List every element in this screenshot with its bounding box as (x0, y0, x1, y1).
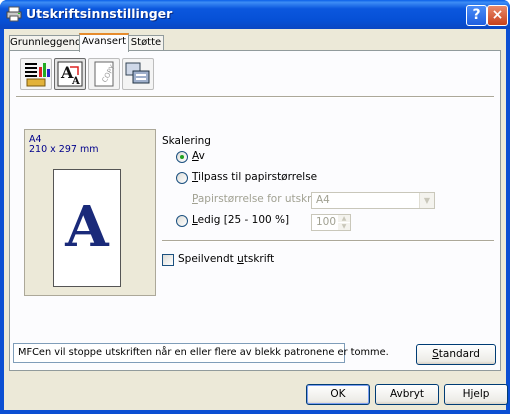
free-scale-spinner[interactable]: 100 ▲ ▼ (311, 214, 351, 231)
scaling-separator (162, 240, 494, 242)
watermark-copy-icon: COPY (94, 61, 117, 87)
spin-up-icon[interactable]: ▲ (338, 215, 350, 222)
svg-text:A: A (71, 76, 80, 87)
help-button[interactable]: Hjelp (444, 384, 508, 405)
toolbar-separator (16, 96, 494, 98)
paper-size-label: Papirstørrelse for utskrift (192, 193, 323, 205)
scaling-off-label[interactable]: Av (192, 150, 205, 162)
mirror-print-checkbox[interactable] (162, 254, 174, 266)
ok-button[interactable]: OK (306, 384, 370, 405)
scaling-free-radio[interactable] (176, 215, 188, 227)
print-settings-window: Utskriftsinnstillinger ? × Grunnleggende… (0, 0, 510, 414)
print-quality-button[interactable] (20, 58, 52, 90)
tab-avansert[interactable]: Avansert (79, 33, 129, 52)
printer-icon (6, 6, 22, 22)
scaling-fit-label[interactable]: Tilpass til papirstørrelse (192, 171, 317, 183)
preview-letter: A (65, 194, 109, 260)
scaling-off-radio[interactable] (176, 151, 188, 163)
help-title-button[interactable]: ? (466, 5, 487, 26)
question-icon: ? (472, 7, 481, 23)
scaling-icon: A A (57, 61, 83, 87)
radio-selected-dot (180, 155, 184, 159)
close-icon: × (491, 7, 504, 23)
tab-grunnleggende[interactable]: Grunnleggende (9, 35, 88, 51)
preview-page: A (53, 169, 121, 287)
scaling-group-label: Skalering (162, 135, 211, 147)
scaling-free-label[interactable]: Ledig [25 - 100 %] (192, 214, 289, 226)
status-message: MFCen vil stoppe utskriften når en eller… (13, 343, 389, 363)
free-scale-value: 100 (316, 216, 337, 228)
standard-button[interactable]: Standard (416, 344, 496, 365)
spin-down-icon[interactable]: ▼ (338, 223, 350, 230)
title-bar[interactable]: Utskriftsinnstillinger ? × (0, 0, 510, 29)
advanced-panel: A A COPY A4 210 x 297 mm A Skalering Av … (9, 50, 501, 371)
scaling-fit-radio[interactable] (176, 172, 188, 184)
print-quality-icon (25, 63, 50, 87)
window-title: Utskriftsinnstillinger (26, 6, 173, 21)
cancel-button[interactable]: Avbryt (375, 384, 439, 405)
dialog-client: Grunnleggende Avansert Støtte A A COPY A… (4, 29, 508, 410)
paper-size-value: A4 (316, 194, 330, 206)
paper-preview: A4 210 x 297 mm A (24, 129, 156, 296)
preview-paper-dimensions: 210 x 297 mm (29, 144, 99, 155)
close-button[interactable]: × (487, 5, 508, 26)
device-options-button[interactable] (122, 58, 154, 90)
device-options-icon (125, 62, 150, 84)
tab-stotte[interactable]: Støtte (128, 35, 164, 51)
chevron-down-icon[interactable]: ▼ (419, 193, 434, 208)
watermark-button[interactable]: COPY (88, 58, 120, 90)
status-text: MFCen vil stoppe utskriften når en eller… (18, 347, 389, 358)
mirror-print-label[interactable]: Speilvendt utskrift (178, 253, 274, 265)
scaling-button[interactable]: A A (54, 58, 86, 90)
paper-size-select[interactable]: A4 ▼ (311, 192, 435, 209)
